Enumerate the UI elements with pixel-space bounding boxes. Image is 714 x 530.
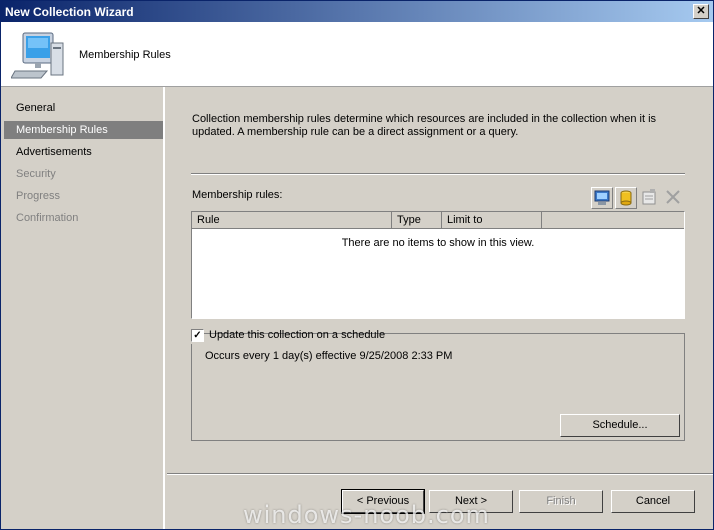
schedule-checkbox[interactable]: ✓ — [191, 329, 204, 342]
finish-button: Finish — [519, 490, 603, 513]
schedule-button[interactable]: Schedule... — [560, 414, 680, 437]
column-header-type[interactable]: Type — [392, 212, 442, 229]
wizard-content: Collection membership rules determine wh… — [167, 87, 713, 529]
nav-item-advertisements[interactable]: Advertisements — [4, 143, 163, 161]
description-text: Collection membership rules determine wh… — [192, 113, 657, 138]
computer-icon — [11, 32, 64, 79]
nav-item-membership-rules[interactable]: Membership Rules — [4, 121, 163, 139]
page-title: Membership Rules — [79, 49, 171, 61]
wizard-header: Membership Rules — [1, 22, 713, 87]
wizard-window: New Collection Wizard ✕ Membership Rules… — [0, 0, 714, 530]
delete-icon — [663, 187, 685, 209]
window-title: New Collection Wizard — [5, 5, 134, 19]
title-bar[interactable]: New Collection Wizard ✕ — [1, 1, 713, 22]
new-query-rule-icon[interactable] — [615, 187, 637, 209]
footer-divider — [167, 473, 713, 475]
close-button[interactable]: ✕ — [693, 4, 709, 19]
schedule-checkbox-row[interactable]: ✓ Update this collection on a schedule — [189, 328, 385, 344]
cancel-button[interactable]: Cancel — [611, 490, 695, 513]
column-header-rule[interactable]: Rule — [192, 212, 392, 229]
new-direct-rule-icon[interactable] — [591, 187, 613, 209]
divider — [191, 173, 685, 175]
nav-item-progress: Progress — [16, 190, 61, 202]
column-header-filler — [542, 212, 684, 229]
column-header-limit-to[interactable]: Limit to — [442, 212, 542, 229]
watermark-text: windows-noob.com — [243, 501, 490, 529]
nav-item-security: Security — [16, 168, 56, 180]
properties-icon — [639, 187, 661, 209]
empty-list-message: There are no items to show in this view. — [341, 237, 535, 249]
membership-rules-label: Membership rules: — [192, 189, 283, 201]
membership-rules-list[interactable]: Rule Type Limit to There are no items to… — [191, 211, 685, 319]
schedule-description: Occurs every 1 day(s) effective 9/25/200… — [205, 350, 453, 362]
schedule-checkbox-label[interactable]: Update this collection on a schedule — [209, 329, 385, 341]
wizard-nav: General Membership Rules Advertisements … — [1, 87, 165, 529]
nav-item-general[interactable]: General — [4, 99, 163, 117]
nav-item-confirmation: Confirmation — [16, 212, 79, 224]
